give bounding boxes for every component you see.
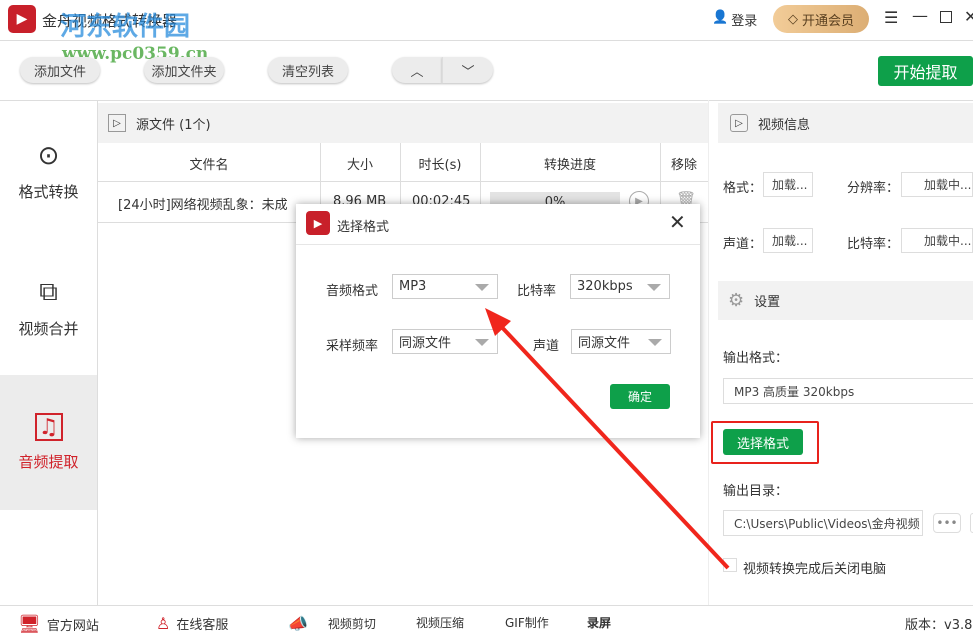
annotation-arrow [485,308,730,570]
